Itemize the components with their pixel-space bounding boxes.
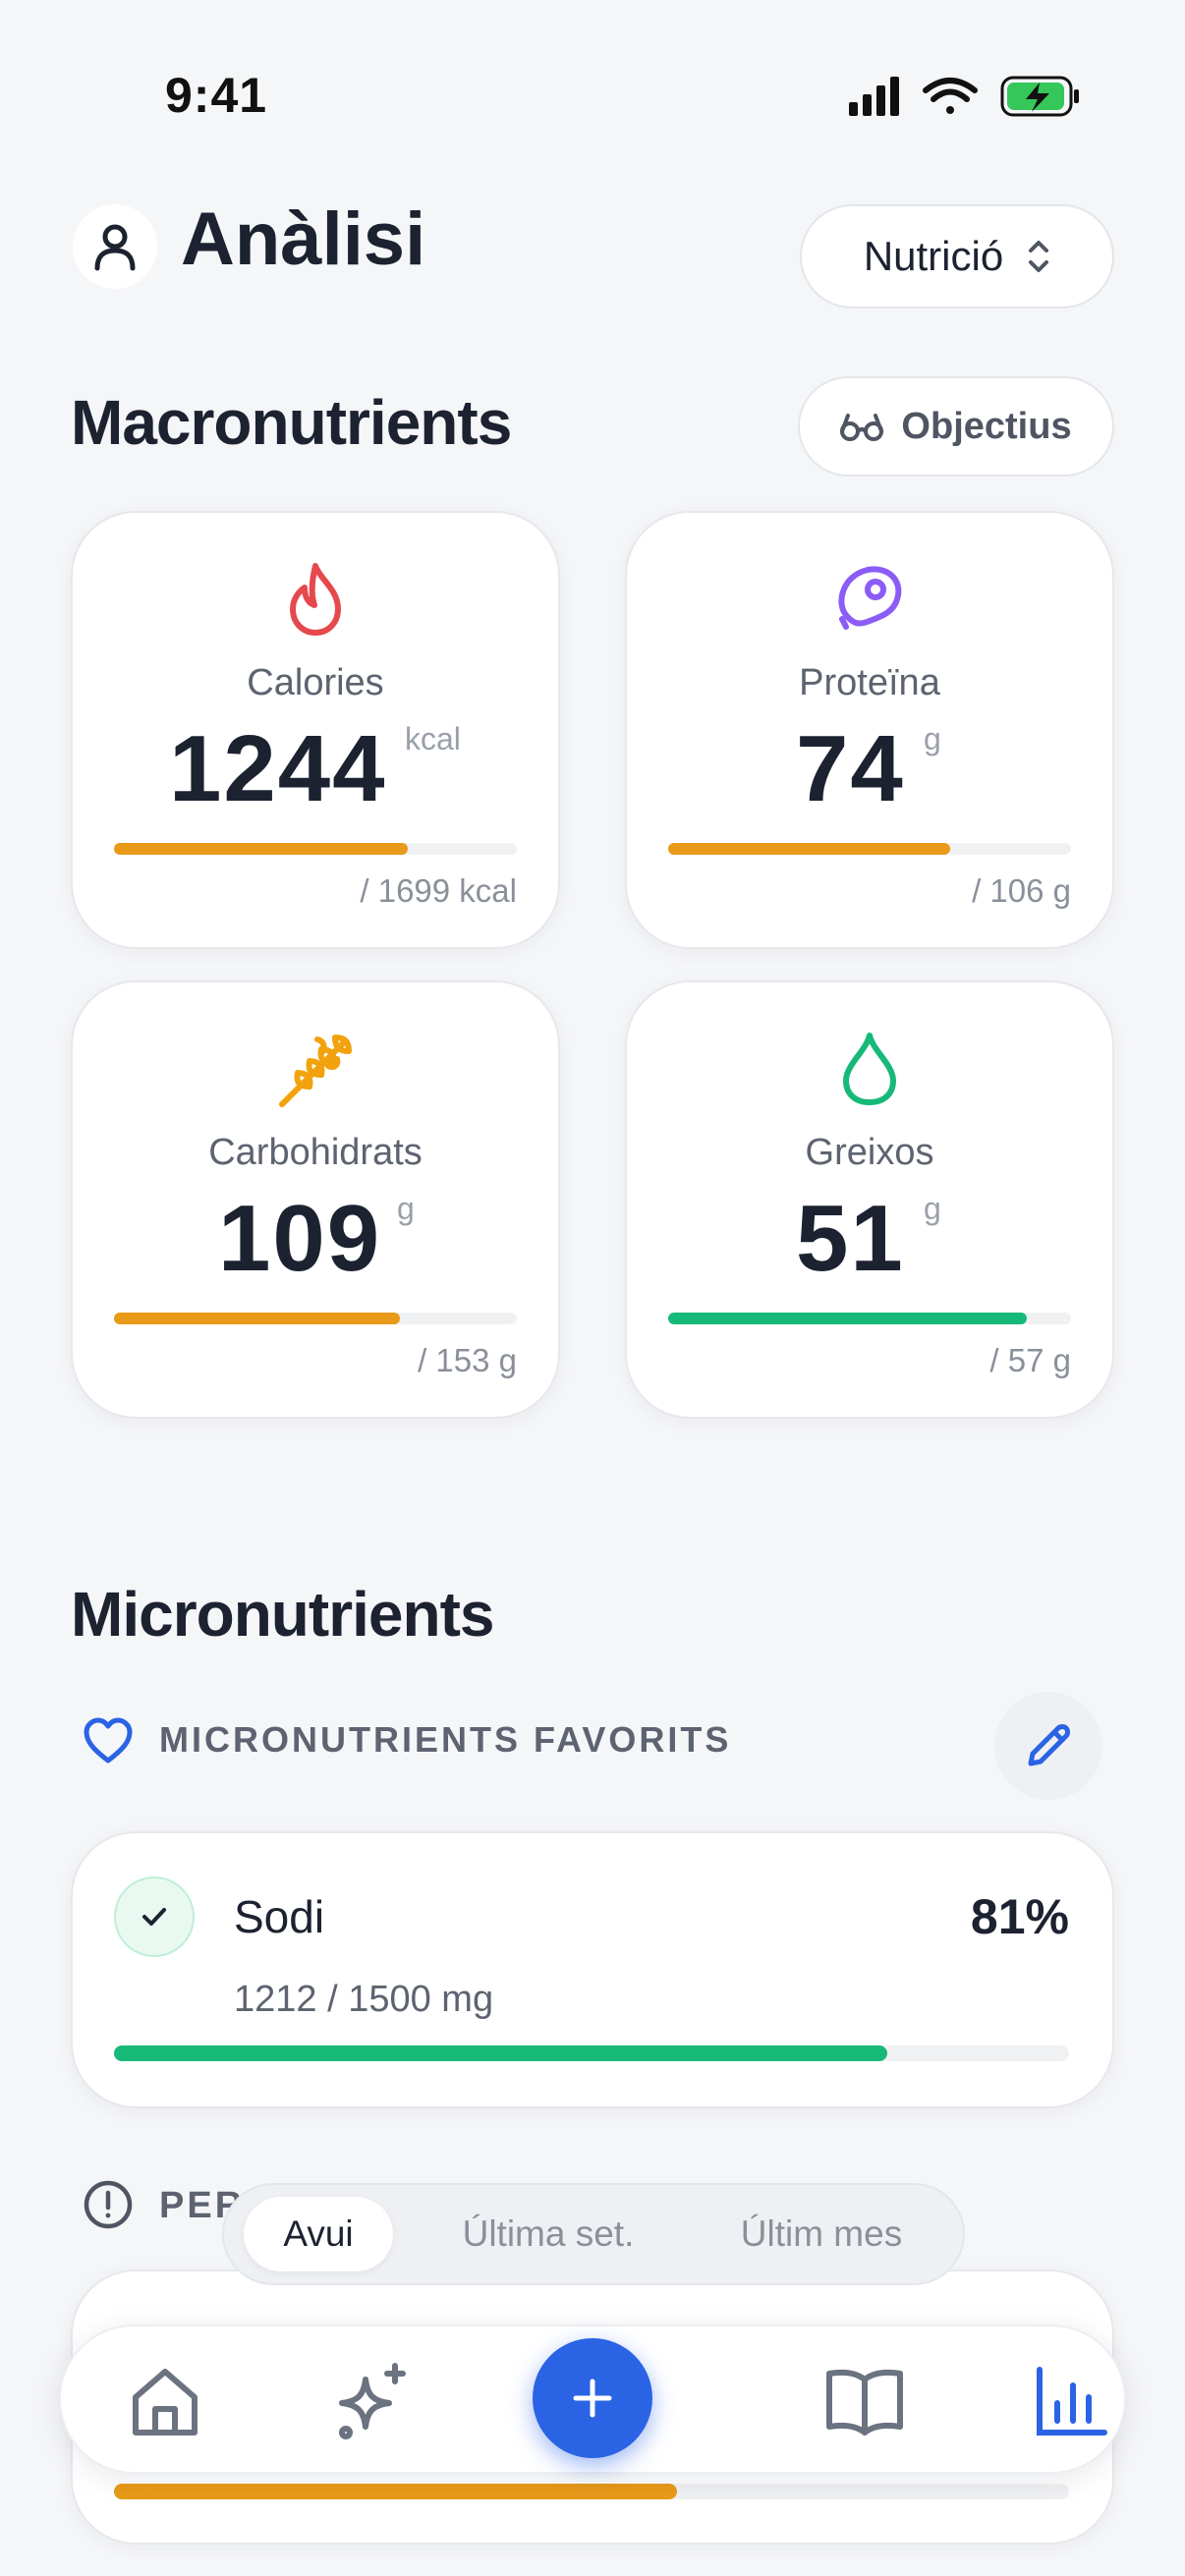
period-option-today[interactable]: Avui: [244, 2197, 393, 2271]
status-time: 9:41: [165, 68, 268, 123]
macro-value: 1244: [169, 716, 387, 821]
macro-progress-fill: [114, 843, 409, 855]
macro-label: Carbohidrats: [208, 1132, 423, 1173]
macro-goal: / 153 g: [418, 1342, 517, 1378]
macro-unit: kcal: [405, 721, 461, 756]
profile-avatar[interactable]: [73, 204, 157, 289]
micronutrient-progress-fill: [114, 2484, 678, 2499]
macro-value: 109: [218, 1186, 382, 1291]
tab-analysis[interactable]: [1024, 2354, 1118, 2448]
period-selector[interactable]: Avui Última set. Últim mes: [222, 2183, 965, 2285]
category-selector-label: Nutrició: [863, 233, 1004, 279]
macro-progress-bar: [114, 843, 517, 855]
goals-button[interactable]: Objectius: [798, 376, 1114, 476]
macro-progress-bar: [114, 1313, 517, 1324]
add-button[interactable]: [533, 2338, 652, 2458]
macro-progress-bar: [668, 843, 1071, 855]
chevron-up-down-icon: [1029, 241, 1049, 272]
macro-label: Calories: [247, 662, 384, 703]
droplet-icon: [627, 1030, 1112, 1114]
micronutrients-title: Micronutrients: [71, 1579, 494, 1650]
pencil-icon: [1028, 1724, 1070, 1766]
micronutrient-progress-bar: [114, 2045, 1069, 2061]
micronutrient-progress-bar: [114, 2484, 1069, 2499]
macronutrients-title: Macronutrients: [71, 387, 512, 458]
micronutrient-name: Sodi: [234, 1891, 325, 1942]
category-selector[interactable]: Nutrició: [800, 204, 1114, 308]
battery-icon: [1000, 76, 1079, 117]
home-icon: [133, 2369, 198, 2436]
macro-unit: g: [924, 1191, 941, 1226]
flame-icon: [73, 560, 558, 644]
status-icons: [847, 73, 1083, 122]
micronutrient-card-sodium[interactable]: [71, 1831, 1114, 2108]
macro-value: 51: [796, 1186, 905, 1291]
glasses-icon: [840, 414, 884, 441]
meat-icon: [627, 560, 1112, 644]
book-icon: [826, 2369, 903, 2436]
macro-progress-fill: [114, 1313, 401, 1324]
macro-goal: / 106 g: [972, 872, 1071, 909]
macro-progress-fill: [668, 1313, 1027, 1324]
wifi-icon: [923, 78, 978, 114]
macro-unit: g: [397, 1191, 415, 1226]
macro-card-fat[interactable]: Greixos 51 g / 57 g: [625, 980, 1114, 1419]
macro-progress-fill: [668, 843, 950, 855]
user-icon: [94, 224, 136, 271]
macro-card-calories[interactable]: Calories 1244 kcal / 1699 kcal: [71, 511, 560, 949]
goals-button-label: Objectius: [901, 405, 1072, 447]
add-icon: [573, 2379, 612, 2418]
micronutrient-progress-fill: [114, 2045, 888, 2061]
chart-icon: [1037, 2367, 1107, 2436]
macro-goal: / 1699 kcal: [360, 872, 517, 909]
macro-card-carbs[interactable]: Carbohidrats 109 g / 153 g: [71, 980, 560, 1419]
macro-goal: / 57 g: [989, 1342, 1071, 1378]
tab-home[interactable]: [118, 2354, 212, 2448]
macro-label: Greixos: [805, 1132, 934, 1173]
heart-icon: [83, 1717, 134, 1769]
macro-label: Proteïna: [799, 662, 940, 703]
check-icon: [114, 1876, 195, 1957]
period-option-month[interactable]: Últim mes: [694, 2197, 949, 2271]
tab-ai[interactable]: [326, 2354, 421, 2448]
sparkles-icon: [339, 2363, 406, 2439]
micronutrient-percent: 81%: [970, 1889, 1069, 1944]
macro-unit: g: [924, 721, 941, 756]
micronutrient-amount: 1212 / 1500 mg: [234, 1979, 494, 2020]
favorites-label: MICRONUTRIENTS FAVORITS: [159, 1719, 732, 1760]
period-option-week[interactable]: Última set.: [421, 2197, 676, 2271]
wheat-icon: [73, 1030, 558, 1114]
edit-favorites-button[interactable]: [994, 1692, 1102, 1800]
tab-journal[interactable]: [818, 2354, 912, 2448]
macro-value: 74: [796, 716, 905, 821]
page-title: Anàlisi: [181, 197, 426, 281]
cellular-signal-icon: [849, 77, 899, 116]
macro-progress-bar: [668, 1313, 1071, 1324]
macro-card-protein[interactable]: Proteïna 74 g / 106 g: [625, 511, 1114, 949]
alert-circle-icon: [83, 2179, 134, 2235]
